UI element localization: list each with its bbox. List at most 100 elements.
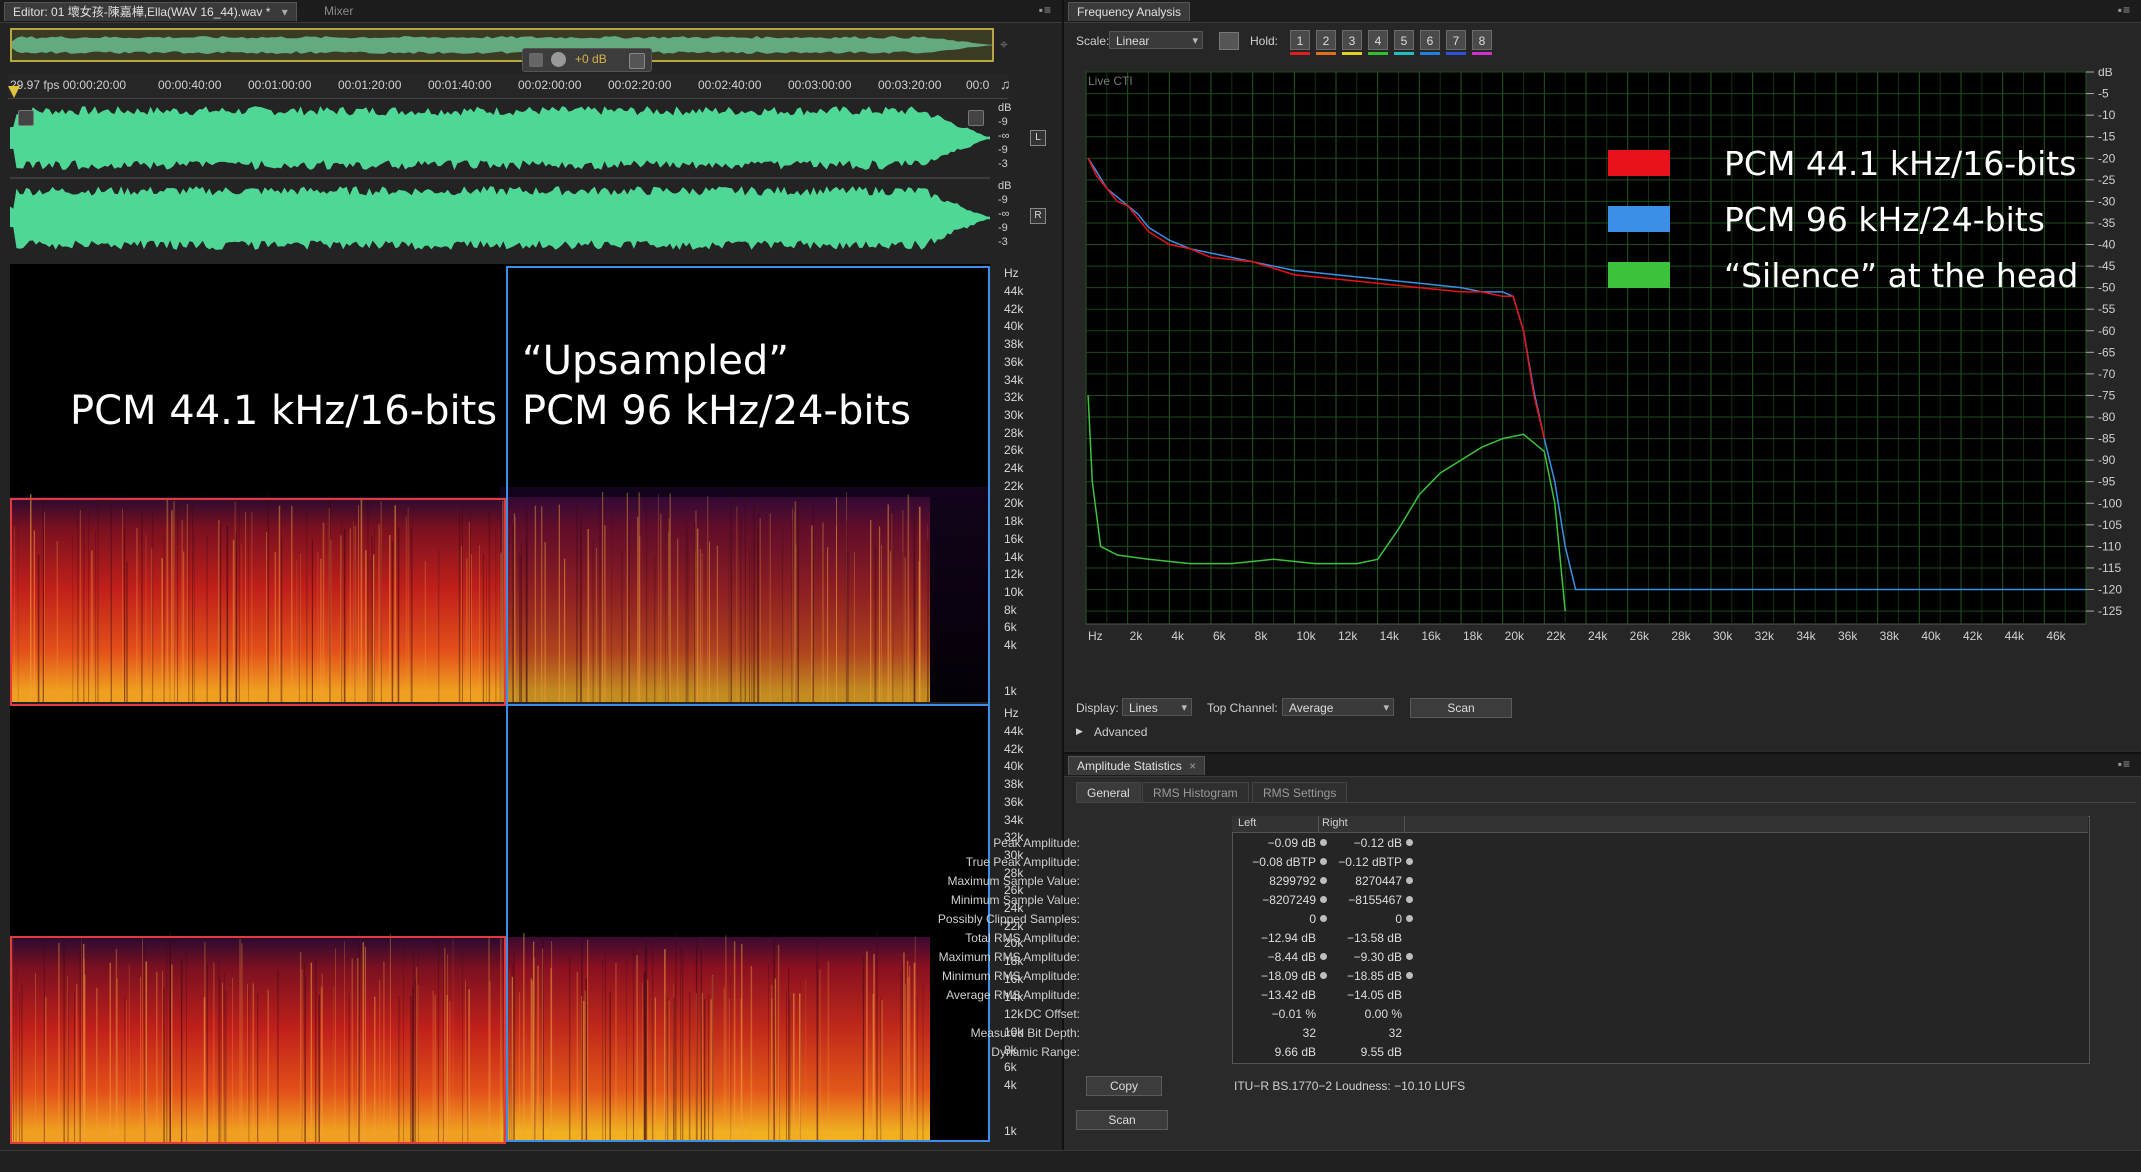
spectral-display[interactable]: PCM 44.1 kHz/16-bits “Upsampled” PCM 96 … xyxy=(10,264,1050,1144)
legend-label: PCM 96 kHz/24-bits xyxy=(1724,200,2045,239)
stats-left-value: 9.66 dB xyxy=(1274,1045,1316,1059)
locate-icon[interactable] xyxy=(1406,858,1413,865)
locate-icon[interactable] xyxy=(1320,877,1327,884)
stats-row: Possibly Clipped Samples: 0 0 xyxy=(938,910,1974,929)
locate-icon[interactable] xyxy=(1406,915,1413,922)
locate-icon[interactable] xyxy=(1406,972,1413,979)
y-tick-label: -125 xyxy=(2098,604,2122,618)
copy-button[interactable]: Copy xyxy=(1086,1076,1162,1096)
stats-right-value: −0.12 dB xyxy=(1353,836,1402,850)
display-dropdown[interactable]: Lines xyxy=(1122,698,1192,717)
y-tick-label: -85 xyxy=(2098,432,2116,446)
locate-icon[interactable] xyxy=(1320,858,1327,865)
close-icon[interactable]: × xyxy=(1189,759,1196,773)
stats-right-value: −14.05 dB xyxy=(1346,988,1402,1002)
locate-icon[interactable] xyxy=(1320,953,1327,960)
freq-scan-button[interactable]: Scan xyxy=(1410,698,1512,718)
headphones-icon[interactable]: ♫ xyxy=(1000,76,1018,94)
hold-button-6[interactable]: 6 xyxy=(1420,30,1440,50)
scale-dropdown[interactable]: Linear xyxy=(1109,31,1203,50)
spectrum-plot[interactable]: Hz 2k 4k 6k 8k 10k 12k 14k 16k 18k 20k 22k 24k 26k 28k… xyxy=(1078,68,2141,668)
stats-row-label: Dynamic Range: xyxy=(991,1045,1080,1059)
stats-row-label: True Peak Amplitude: xyxy=(965,855,1080,869)
locate-icon[interactable] xyxy=(1406,896,1413,903)
hold-button-4[interactable]: 4 xyxy=(1368,30,1388,50)
timeline-ruler[interactable]: 29.97 fps 00:00:20:00 00:00:40:00 00:01:… xyxy=(8,74,1011,99)
advanced-toggle[interactable]: Advanced xyxy=(1094,725,1147,739)
volume-knob-icon[interactable] xyxy=(551,52,566,67)
stats-row: Average RMS Amplitude: −13.42 dB −14.05 dB xyxy=(946,986,1974,1005)
hold-button-2[interactable]: 2 xyxy=(1316,30,1336,50)
tab-editor[interactable]: Editor: 01 壞女孩-陳嘉樺,Ella(WAV 16_44).wav *… xyxy=(4,2,297,21)
y-tick-label: -80 xyxy=(2098,410,2116,424)
tab-dropdown-icon[interactable]: ▾ xyxy=(282,5,288,19)
advanced-expand-icon[interactable]: ▶ xyxy=(1076,726,1083,737)
stats-row-label: Maximum Sample Value: xyxy=(947,874,1081,888)
y-tick-label: -55 xyxy=(2098,302,2116,316)
hold-button-5[interactable]: 5 xyxy=(1394,30,1414,50)
copy-icon[interactable] xyxy=(1219,32,1239,50)
hz-label: 4k xyxy=(1004,1078,1017,1092)
zoom-nav-icon[interactable]: ⌖ xyxy=(1000,36,1018,54)
panel-menu-icon[interactable]: ▪≡ xyxy=(2118,757,2131,771)
y-tick-label: -15 xyxy=(2098,130,2116,144)
hold-button-3[interactable]: 3 xyxy=(1342,30,1362,50)
timeline-label: 29.97 fps 00:00:20:00 xyxy=(10,78,127,92)
tab-rms-settings[interactable]: RMS Settings xyxy=(1252,782,1348,803)
timeline-label: 00:02:40:00 xyxy=(698,78,762,92)
stats-row-label: Measured Bit Depth: xyxy=(970,1026,1080,1040)
locate-icon[interactable] xyxy=(1320,915,1327,922)
db-label: -3 xyxy=(998,158,1008,170)
channel-right-toggle[interactable]: R xyxy=(1030,208,1046,224)
stats-left-value[interactable]: −0.09 dB xyxy=(1236,836,1316,850)
x-tick-label: 10k xyxy=(1296,629,1316,643)
hud-volume[interactable]: +0 dB xyxy=(522,48,652,72)
db-label: -9 xyxy=(998,144,1008,156)
zoom-icon[interactable] xyxy=(18,110,34,126)
hz-label: 24k xyxy=(1004,461,1024,475)
stats-right-value: 8270447 xyxy=(1355,874,1402,888)
stats-left-value: −18.09 dB xyxy=(1260,969,1316,983)
locate-icon[interactable] xyxy=(1320,972,1327,979)
x-tick-label: 6k xyxy=(1213,629,1227,643)
hold-button-1[interactable]: 1 xyxy=(1290,30,1310,50)
pin-icon[interactable] xyxy=(629,53,645,69)
hz-label: 8k xyxy=(1004,602,1017,617)
top-channel-dropdown[interactable]: Average xyxy=(1282,698,1394,717)
hz-label: 38k xyxy=(1004,777,1024,792)
tab-mixer[interactable]: Mixer xyxy=(316,2,361,20)
tab-general[interactable]: General xyxy=(1076,782,1141,803)
hz-label: 12k xyxy=(1004,1007,1024,1022)
zoom-icon[interactable] xyxy=(968,110,984,126)
locate-icon[interactable] xyxy=(1406,877,1413,884)
locate-icon[interactable] xyxy=(1320,839,1327,846)
stats-left-value: −8207249 xyxy=(1262,893,1316,907)
channel-left-toggle[interactable]: L xyxy=(1030,130,1046,146)
locate-icon[interactable] xyxy=(1406,839,1413,846)
locate-icon[interactable] xyxy=(1320,896,1327,903)
locate-icon[interactable] xyxy=(1406,953,1413,960)
panel-menu-icon[interactable]: ▪≡ xyxy=(2118,3,2131,17)
hz-label: 4k xyxy=(1004,638,1017,652)
amp-scan-button[interactable]: Scan xyxy=(1076,1110,1168,1130)
legend-label: PCM 44.1 kHz/16-bits xyxy=(1724,144,2077,183)
column-divider xyxy=(1404,816,1405,832)
freq-tabbar: Frequency Analysis ▪≡ xyxy=(1064,0,2141,23)
tab-amplitude-statistics[interactable]: Amplitude Statistics × xyxy=(1068,756,1206,775)
tab-rms-histogram[interactable]: RMS Histogram xyxy=(1142,782,1249,803)
y-tick-label: dB xyxy=(2098,68,2113,79)
stats-row: Dynamic Range: 9.66 dB 9.55 dB xyxy=(991,1043,1974,1062)
hold-button-7[interactable]: 7 xyxy=(1446,30,1466,50)
panel-menu-icon[interactable]: ▪≡ xyxy=(1039,3,1052,17)
hz-label: 20k xyxy=(1004,496,1024,511)
status-bar xyxy=(0,1150,2141,1172)
waveform-display[interactable]: dB -9 -∞ -9 -3 dB -9 -∞ -9 -3 L R xyxy=(10,100,1046,256)
y-tick-label: -25 xyxy=(2098,173,2116,187)
tab-frequency-analysis[interactable]: Frequency Analysis xyxy=(1068,2,1191,21)
hz-label: 42k xyxy=(1004,741,1024,756)
overview-bar[interactable] xyxy=(10,28,994,62)
hold-button-8[interactable]: 8 xyxy=(1472,30,1492,50)
timeline-label: 00:03:20:00 xyxy=(878,78,942,92)
stats-row-label: Average RMS Amplitude: xyxy=(946,988,1080,1002)
label-pcm-96k-upsampled: “Upsampled” PCM 96 kHz/24-bits xyxy=(522,338,911,434)
